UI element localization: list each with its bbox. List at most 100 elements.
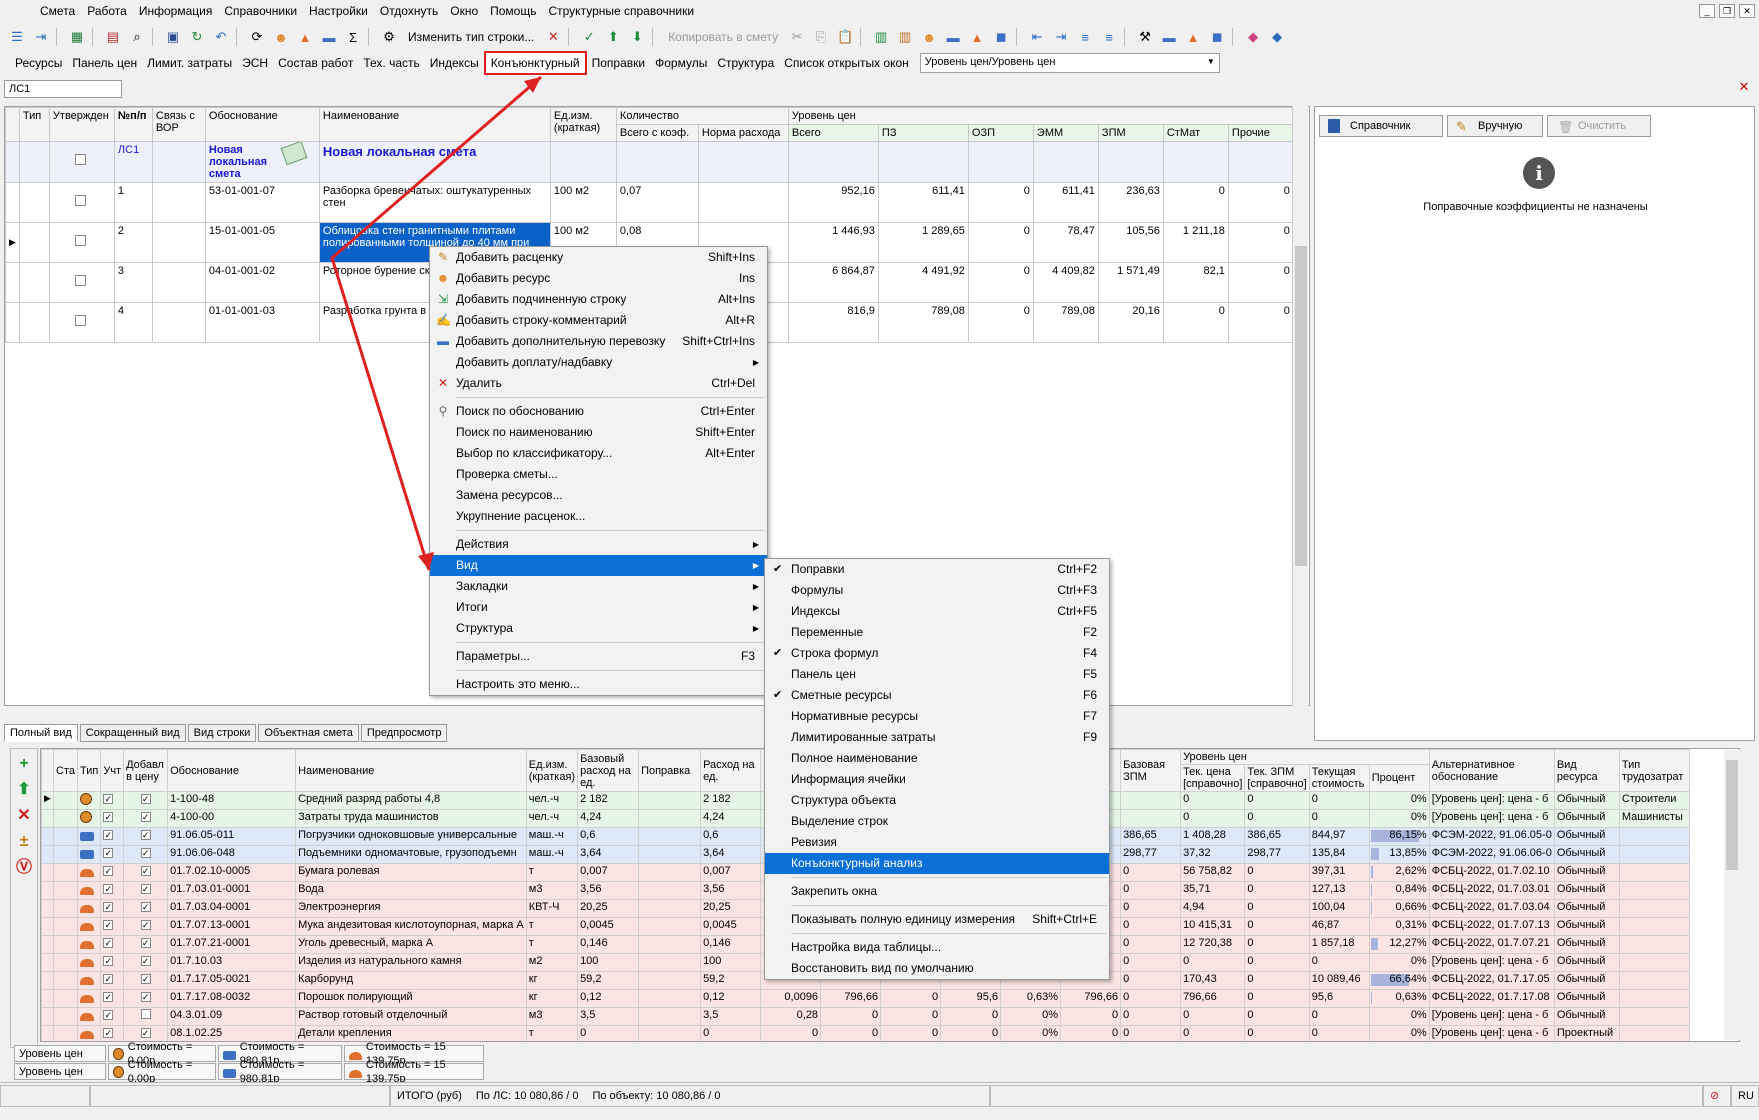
cell-type[interactable] (76, 809, 102, 828)
panel-tab[interactable]: ЭСН (237, 53, 273, 73)
panel-tab[interactable]: Панель цен (67, 53, 142, 73)
cell-c2[interactable]: 796,66 (820, 989, 882, 1008)
cell-emm[interactable] (1032, 141, 1099, 183)
cell-status[interactable] (53, 899, 78, 918)
language-indicator[interactable]: RU (1731, 1084, 1759, 1107)
cell-name[interactable]: Изделия из натурального камня (295, 953, 527, 972)
cell-name[interactable]: Бумага ролевая (295, 863, 527, 882)
menu-item[interactable]: Закрепить окна (765, 881, 1109, 902)
cell-cur-cost[interactable]: 0 (1308, 1007, 1370, 1026)
cell-unit[interactable]: м3 (525, 1007, 579, 1026)
menu-item[interactable]: Переменные F2 (765, 622, 1109, 643)
cell-status[interactable] (53, 917, 78, 936)
cell-basis[interactable]: 01.7.02.10-0005 (167, 863, 297, 882)
cell-alt[interactable]: ФСЭМ-2022, 91.06.06-0 (1428, 845, 1555, 864)
cell-rate[interactable]: 4,24 (700, 809, 762, 828)
cell-uch[interactable]: ✓ (100, 953, 125, 972)
added-checkbox[interactable] (140, 1009, 151, 1019)
copy-to-estimate-button[interactable]: Копировать в смету (662, 26, 784, 48)
header-zpm[interactable]: ЗПМ (1097, 124, 1164, 142)
header-quantity[interactable]: Количество (615, 107, 789, 125)
cell-vor[interactable] (151, 262, 206, 303)
cell-c4[interactable]: 95,6 (940, 989, 1002, 1008)
menu-item[interactable]: Настройка вида таблицы... (765, 937, 1109, 958)
cell-labor-type[interactable] (1618, 989, 1690, 1008)
menu-item[interactable]: Панель цен F5 (765, 664, 1109, 685)
cell-unit[interactable]: т (525, 1025, 579, 1041)
cell-correction[interactable] (638, 953, 702, 972)
cell-added[interactable]: ✓ (123, 809, 169, 828)
menu-item[interactable]: ▬ Добавить дополнительную перевозку Shift+… (430, 331, 767, 352)
cell-res-type[interactable]: Обычный (1553, 1007, 1620, 1026)
cell-labor-type[interactable] (1618, 917, 1690, 936)
uch-checkbox[interactable]: ✓ (103, 938, 114, 948)
cell-uch[interactable]: ✓ (100, 899, 125, 918)
cell-cur-zpm[interactable]: 0 (1244, 953, 1310, 972)
menu-item[interactable]: Конъюнктурный анализ (765, 853, 1109, 874)
uch-checkbox[interactable]: ✓ (103, 848, 114, 858)
cell-base-rate[interactable]: 4,24 (577, 809, 640, 828)
cell-type[interactable] (76, 791, 102, 810)
approved-checkbox[interactable] (74, 315, 86, 326)
menu-item[interactable]: Индексы Ctrl+F5 (765, 601, 1109, 622)
cell-ozp[interactable]: 0 (967, 302, 1034, 343)
cell-basis[interactable]: 01.7.03.04-0001 (167, 899, 297, 918)
filter-icon[interactable]: Ⓥ (13, 857, 35, 879)
panel-tab[interactable]: Лимит. затраты (142, 53, 237, 73)
menu-item[interactable]: Проверка сметы... (430, 464, 767, 485)
header-total[interactable]: Всего (787, 124, 879, 142)
cell-base-rate[interactable]: 3,56 (577, 881, 640, 900)
approved-checkbox[interactable] (74, 275, 86, 286)
cell-alt[interactable]: ФСБЦ-2022, 01.7.03.01 (1428, 881, 1555, 900)
cell-uch[interactable]: ✓ (100, 827, 125, 846)
menu-item[interactable]: Выделение строк (765, 811, 1109, 832)
cell-correction[interactable] (638, 845, 702, 864)
menu-item[interactable]: Настройки (303, 0, 374, 22)
cell-type[interactable] (76, 953, 102, 972)
cell-basis[interactable]: 01.7.10.03 (167, 953, 297, 972)
cell-basis[interactable]: 91.06.05-011 (167, 827, 297, 846)
cell-alt[interactable]: ФСБЦ-2022, 01.7.17.08 (1428, 989, 1555, 1008)
cell-base-rate[interactable]: 0,6 (577, 827, 640, 846)
cell-unit[interactable]: 100 м2 (549, 182, 617, 223)
cell-labor-type[interactable]: Строители (1618, 791, 1690, 810)
cell-base-rate[interactable]: 0,146 (577, 935, 640, 954)
cell-uch[interactable]: ✓ (100, 791, 125, 810)
cell-rate[interactable]: 2 182 (700, 791, 762, 810)
move-down-icon[interactable]: ⬇ (626, 26, 648, 48)
cell-num[interactable]: 4 (113, 302, 153, 343)
cell-correction[interactable] (638, 809, 702, 828)
align-left-icon[interactable]: ≡ (1074, 26, 1096, 48)
cell-correction[interactable] (638, 881, 702, 900)
cell-stmat[interactable]: 0 (1162, 302, 1229, 343)
menu-item[interactable]: ✍ Добавить строку-комментарий Alt+R (430, 310, 767, 331)
cell-cur-price[interactable]: 0 (1180, 809, 1246, 828)
menu-item[interactable]: Поиск по наименованию Shift+Enter (430, 422, 767, 443)
cell-percent[interactable]: 66,64% (1368, 971, 1430, 990)
cell-cur-zpm[interactable]: 298,77 (1244, 845, 1310, 864)
bheader-alt[interactable]: Альтернативное обоснование (1428, 749, 1555, 792)
cell-rate[interactable]: 0 (700, 1025, 762, 1041)
uch-checkbox[interactable]: ✓ (103, 794, 114, 804)
cell-status[interactable] (53, 863, 78, 882)
cell-num[interactable]: 2 (113, 222, 153, 263)
sort-icon[interactable]: ± (13, 831, 35, 853)
cell-alt[interactable]: [Уровень цен]: цена - б (1428, 809, 1555, 828)
cell-cur-price[interactable]: 37,32 (1180, 845, 1246, 864)
header-ozp[interactable]: ОЗП (967, 124, 1034, 142)
cell-status[interactable] (53, 1025, 78, 1041)
recalc-icon[interactable]: ⟳ (246, 26, 268, 48)
cell-rate[interactable]: 3,64 (700, 845, 762, 864)
header-vor[interactable]: Связь с ВОР (151, 107, 206, 142)
cell-cur-zpm[interactable]: 0 (1244, 935, 1310, 954)
print-preview-icon[interactable]: ⌕ (126, 26, 148, 48)
material-orange-icon[interactable]: ▲ (1182, 26, 1204, 48)
cell-cur-price[interactable]: 12 720,38 (1180, 935, 1246, 954)
close-panel-icon[interactable]: ✕ (1737, 80, 1751, 94)
cell-base-zpm[interactable]: 0 (1120, 989, 1182, 1008)
added-checkbox[interactable]: ✓ (140, 812, 151, 822)
cell-stmat[interactable]: 0 (1162, 182, 1229, 223)
cell-c6[interactable]: 0 (1060, 1025, 1122, 1041)
uch-checkbox[interactable]: ✓ (103, 902, 114, 912)
bheader-basis[interactable]: Обоснование (167, 749, 297, 792)
